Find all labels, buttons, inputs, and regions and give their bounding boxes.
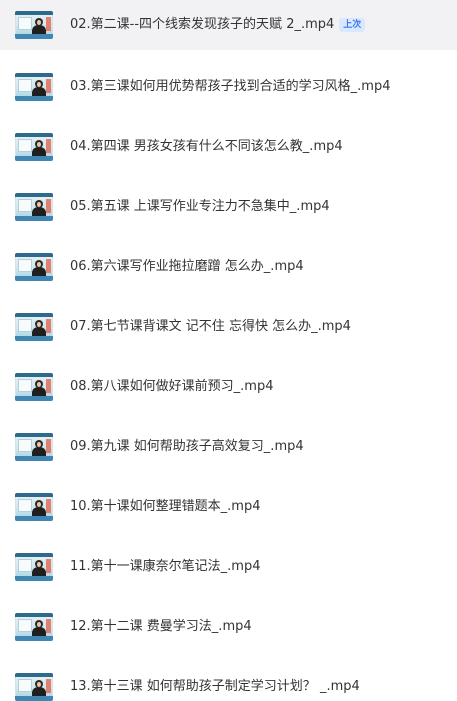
file-row[interactable]: 06.第六课写作业拖拉磨蹭 怎么办_.mp4 <box>0 237 457 297</box>
video-file-list: 02.第二课--四个线索发现孩子的天赋 2_.mp4 上次 03.第三课如何用优势帮… <box>0 0 457 701</box>
file-row[interactable]: 12.第十二课 费曼学习法_.mp4 <box>0 597 457 657</box>
video-thumbnail-icon <box>15 11 53 39</box>
file-row[interactable]: 08.第八课如何做好课前预习_.mp4 <box>0 357 457 417</box>
file-title: 13.第十三课 如何帮助孩子制定学习计划？ _.mp4 <box>70 679 360 694</box>
file-row[interactable]: 10.第十课如何整理错题本_.mp4 <box>0 477 457 537</box>
video-thumbnail-icon <box>15 193 53 221</box>
file-title: 05.第五课 上课写作业专注力不急集中_.mp4 <box>70 199 330 214</box>
file-title: 10.第十课如何整理错题本_.mp4 <box>70 499 261 514</box>
file-row[interactable]: 04.第四课 男孩女孩有什么不同该怎么教_.mp4 <box>0 117 457 177</box>
file-title: 09.第九课 如何帮助孩子高效复习_.mp4 <box>70 439 304 454</box>
file-title: 11.第十一课康奈尔笔记法_.mp4 <box>70 559 261 574</box>
video-thumbnail-icon <box>15 133 53 161</box>
file-title: 03.第三课如何用优势帮孩子找到合适的学习风格_.mp4 <box>70 79 391 94</box>
file-row[interactable]: 07.第七节课背课文 记不住 忘得快 怎么办_.mp4 <box>0 297 457 357</box>
file-row[interactable]: 03.第三课如何用优势帮孩子找到合适的学习风格_.mp4 <box>0 57 457 117</box>
file-title: 07.第七节课背课文 记不住 忘得快 怎么办_.mp4 <box>70 319 351 334</box>
video-thumbnail-icon <box>15 493 53 521</box>
file-row[interactable]: 11.第十一课康奈尔笔记法_.mp4 <box>0 537 457 597</box>
file-title: 06.第六课写作业拖拉磨蹭 怎么办_.mp4 <box>70 259 304 274</box>
file-title: 04.第四课 男孩女孩有什么不同该怎么教_.mp4 <box>70 139 343 154</box>
video-thumbnail-icon <box>15 433 53 461</box>
last-watched-badge: 上次 <box>339 18 366 32</box>
file-row[interactable]: 02.第二课--四个线索发现孩子的天赋 2_.mp4 上次 <box>0 0 457 50</box>
video-thumbnail-icon <box>15 673 53 701</box>
file-title: 12.第十二课 费曼学习法_.mp4 <box>70 619 252 634</box>
video-thumbnail-icon <box>15 253 53 281</box>
file-title: 08.第八课如何做好课前预习_.mp4 <box>70 379 274 394</box>
file-row[interactable]: 09.第九课 如何帮助孩子高效复习_.mp4 <box>0 417 457 477</box>
file-row[interactable]: 13.第十三课 如何帮助孩子制定学习计划？ _.mp4 <box>0 657 457 701</box>
video-thumbnail-icon <box>15 373 53 401</box>
file-row[interactable]: 05.第五课 上课写作业专注力不急集中_.mp4 <box>0 177 457 237</box>
video-thumbnail-icon <box>15 313 53 341</box>
video-thumbnail-icon <box>15 553 53 581</box>
file-title: 02.第二课--四个线索发现孩子的天赋 2_.mp4 <box>70 17 335 32</box>
video-thumbnail-icon <box>15 613 53 641</box>
video-thumbnail-icon <box>15 73 53 101</box>
